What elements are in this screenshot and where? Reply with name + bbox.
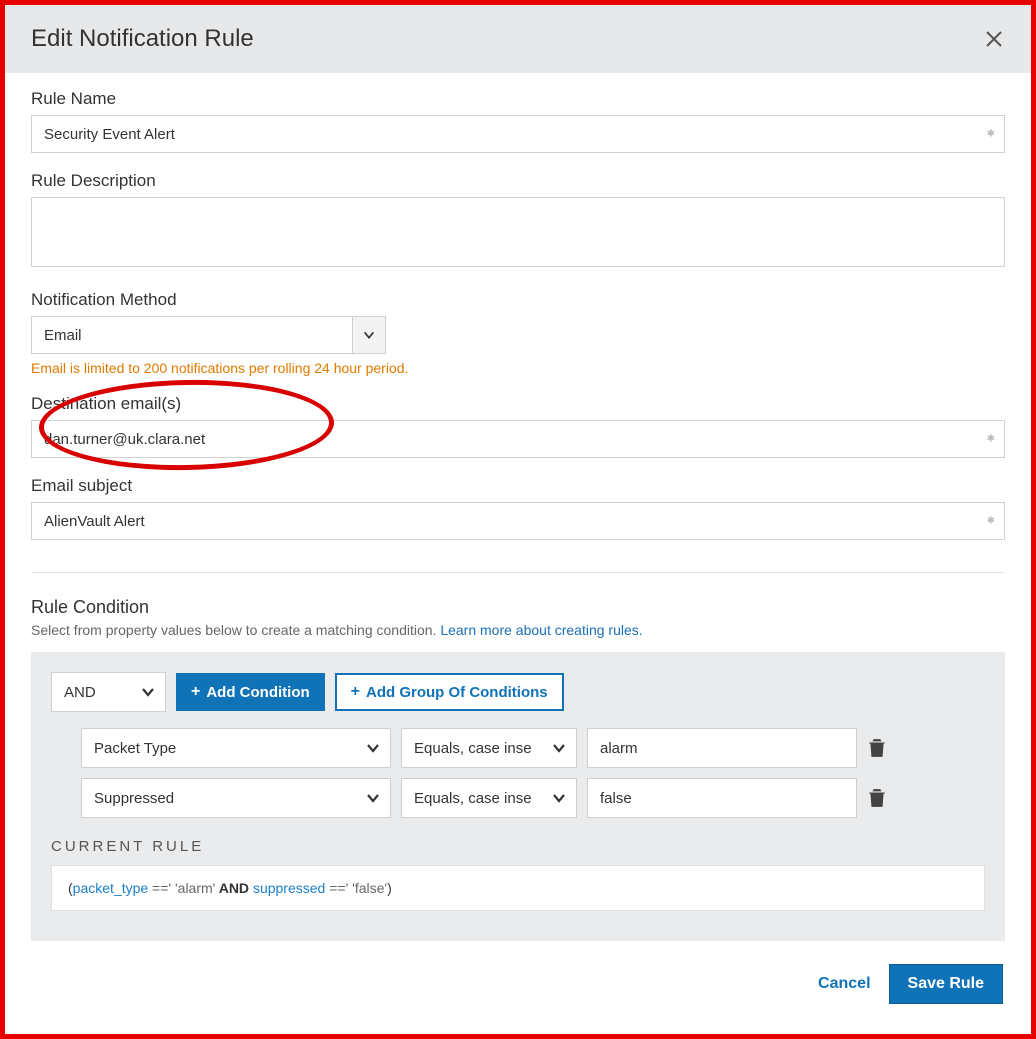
notification-method-select[interactable]: Email	[31, 316, 386, 354]
condition-operator-select[interactable]: Equals, case inse	[401, 778, 577, 818]
add-condition-label: Add Condition	[206, 684, 309, 701]
trash-icon	[868, 738, 886, 758]
condition-toolbar: AND + Add Condition + Add Group Of Condi…	[51, 672, 985, 712]
email-subject-label: Email subject	[31, 476, 1005, 496]
rule-condition-subtitle-text: Select from property values below to cre…	[31, 622, 440, 638]
field-email-subject: Email subject	[31, 476, 1005, 540]
notification-method-helper: Email is limited to 200 notifications pe…	[31, 360, 1005, 376]
delete-condition-button[interactable]	[867, 787, 887, 809]
plus-icon: +	[351, 683, 360, 701]
condition-row: Suppressed Equals, case inse	[81, 778, 985, 818]
field-notification-method: Notification Method Email Email is limit…	[31, 290, 1005, 376]
destination-emails-label: Destination email(s)	[31, 394, 1005, 414]
condition-value-input[interactable]	[587, 778, 857, 818]
close-button[interactable]	[983, 28, 1005, 50]
condition-property-select[interactable]: Packet Type	[81, 728, 391, 768]
rule-condition-title: Rule Condition	[31, 597, 1005, 618]
add-group-button[interactable]: + Add Group Of Conditions	[335, 673, 564, 711]
rule-condition-subtitle: Select from property values below to cre…	[31, 622, 1005, 638]
cancel-button[interactable]: Cancel	[818, 975, 870, 993]
rule-name-input[interactable]	[31, 115, 1005, 153]
condition-operator-select[interactable]: Equals, case inse	[401, 728, 577, 768]
condition-property-select[interactable]: Suppressed	[81, 778, 391, 818]
condition-row: Packet Type Equals, case inse	[81, 728, 985, 768]
modal-header: Edit Notification Rule	[5, 5, 1031, 73]
add-group-label: Add Group Of Conditions	[366, 684, 548, 701]
condition-rows: Packet Type Equals, case inse	[51, 728, 985, 818]
rule-description-input[interactable]	[31, 197, 1005, 267]
section-divider	[31, 572, 1005, 573]
rule-name-label: Rule Name	[31, 89, 1005, 109]
current-rule-preview: (packet_type ==' 'alarm' AND suppressed …	[51, 865, 985, 911]
delete-condition-button[interactable]	[867, 737, 887, 759]
field-destination-emails: Destination email(s)	[31, 394, 1005, 458]
modal-footer: Cancel Save Rule	[5, 942, 1031, 1034]
save-rule-button[interactable]: Save Rule	[889, 964, 1003, 1004]
add-condition-button[interactable]: + Add Condition	[176, 673, 325, 711]
field-rule-description: Rule Description	[31, 171, 1005, 272]
plus-icon: +	[191, 683, 200, 701]
notification-method-label: Notification Method	[31, 290, 1005, 310]
close-icon	[984, 29, 1004, 49]
field-rule-name: Rule Name	[31, 89, 1005, 153]
trash-icon	[868, 788, 886, 808]
email-subject-input[interactable]	[31, 502, 1005, 540]
modal-frame: Edit Notification Rule Rule Name Rule De…	[0, 0, 1036, 1039]
rule-description-label: Rule Description	[31, 171, 1005, 191]
condition-value-input[interactable]	[587, 728, 857, 768]
modal-title: Edit Notification Rule	[31, 25, 254, 53]
rule-condition-panel: AND + Add Condition + Add Group Of Condi…	[31, 652, 1005, 941]
current-rule-label: CURRENT RULE	[51, 838, 985, 855]
destination-emails-input[interactable]	[31, 420, 1005, 458]
modal-body[interactable]: Rule Name Rule Description Notification …	[5, 73, 1031, 942]
logic-operator-select[interactable]: AND	[51, 672, 166, 712]
learn-more-link[interactable]: Learn more about creating rules.	[440, 622, 642, 638]
